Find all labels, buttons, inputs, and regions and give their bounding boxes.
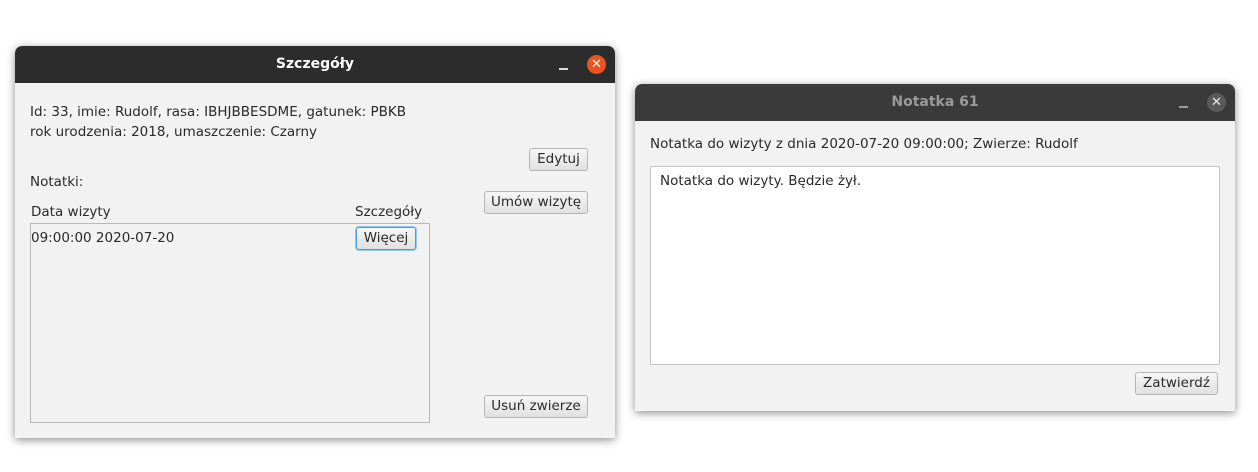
column-header-visit-date: Data wizyty [31, 204, 111, 220]
note-textarea[interactable]: Notatka do wizyty. Będzie żył. [650, 166, 1220, 365]
details-window: Szczegóły ✕ Id: 33, imie: Rudolf, rasa: … [15, 46, 615, 438]
visit-date: 09:00:00 2020-07-20 [31, 230, 175, 246]
close-icon[interactable]: ✕ [587, 55, 606, 74]
more-button[interactable]: Więcej [356, 227, 416, 250]
notes-list[interactable]: 09:00:00 2020-07-20 Więcej [30, 223, 430, 423]
note-header-text: Notatka do wizyty z dnia 2020-07-20 09:0… [650, 136, 1078, 152]
list-item[interactable]: 09:00:00 2020-07-20 Więcej [31, 224, 429, 252]
note-content: Notatka do wizyty. Będzie żył. [660, 173, 862, 189]
note-window-title: Notatka 61 [891, 94, 979, 110]
pet-info-line-1: Id: 33, imie: Rudolf, rasa: IBHJBBESDME,… [30, 104, 407, 120]
note-titlebar[interactable]: Notatka 61 ✕ [635, 84, 1235, 121]
edit-button[interactable]: Edytuj [529, 148, 588, 171]
details-titlebar[interactable]: Szczegóły ✕ [15, 46, 615, 83]
details-window-title: Szczegóły [275, 56, 355, 72]
minimize-icon[interactable] [1176, 84, 1192, 121]
pet-info-line-2: rok urodzenia: 2018, umaszczenie: Czarny [30, 124, 318, 140]
notes-label: Notatki: [30, 174, 84, 190]
column-header-details: Szczegóły [355, 204, 423, 220]
confirm-button[interactable]: Zatwierdź [1135, 372, 1218, 395]
note-window: Notatka 61 ✕ Notatka do wizyty z dnia 20… [635, 84, 1235, 411]
delete-pet-button[interactable]: Usuń zwierze [484, 395, 588, 418]
minimize-icon[interactable] [556, 46, 572, 83]
close-icon[interactable]: ✕ [1207, 93, 1226, 112]
schedule-visit-button[interactable]: Umów wizytę [484, 191, 588, 214]
